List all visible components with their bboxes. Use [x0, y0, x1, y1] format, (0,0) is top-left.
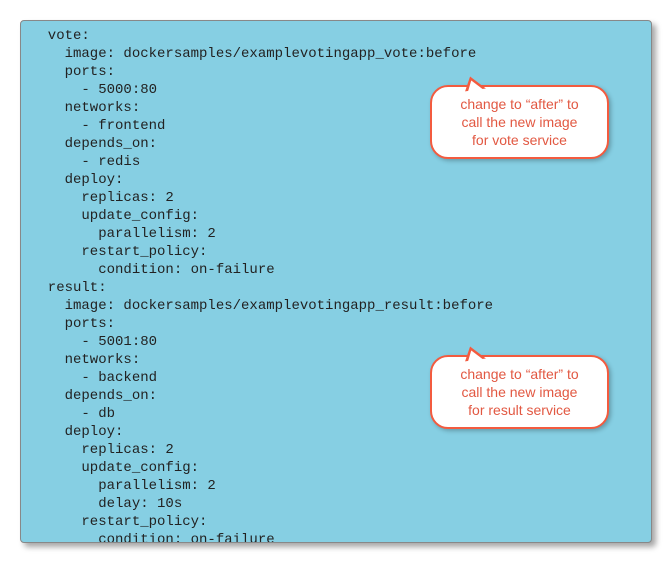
code-line: condition: on-failure: [21, 531, 651, 543]
code-line: deploy:: [21, 171, 651, 189]
callout-tail-icon: [466, 349, 483, 362]
code-line: vote:: [21, 27, 651, 45]
code-line: update_config:: [21, 459, 651, 477]
code-line: restart_policy:: [21, 243, 651, 261]
code-line: replicas: 2: [21, 189, 651, 207]
annotation-callout-vote: change to “after” to call the new image …: [430, 85, 609, 159]
callout-text: for result service: [442, 401, 597, 419]
code-line: parallelism: 2: [21, 225, 651, 243]
callout-text: for vote service: [442, 131, 597, 149]
callout-text: call the new image: [442, 383, 597, 401]
code-line: ports:: [21, 315, 651, 333]
code-line: result:: [21, 279, 651, 297]
code-snippet-box: vote: image: dockersamples/examplevoting…: [20, 20, 652, 543]
annotation-callout-result: change to “after” to call the new image …: [430, 355, 609, 429]
callout-text: call the new image: [442, 113, 597, 131]
callout-tail-icon: [466, 79, 483, 92]
code-line: parallelism: 2: [21, 477, 651, 495]
code-line: - 5001:80: [21, 333, 651, 351]
code-line: image: dockersamples/examplevotingapp_vo…: [21, 45, 651, 63]
code-line: replicas: 2: [21, 441, 651, 459]
code-line: image: dockersamples/examplevotingapp_re…: [21, 297, 651, 315]
code-line: ports:: [21, 63, 651, 81]
code-line: delay: 10s: [21, 495, 651, 513]
code-line: restart_policy:: [21, 513, 651, 531]
callout-text: change to “after” to: [442, 95, 597, 113]
code-line: condition: on-failure: [21, 261, 651, 279]
code-line: update_config:: [21, 207, 651, 225]
callout-text: change to “after” to: [442, 365, 597, 383]
